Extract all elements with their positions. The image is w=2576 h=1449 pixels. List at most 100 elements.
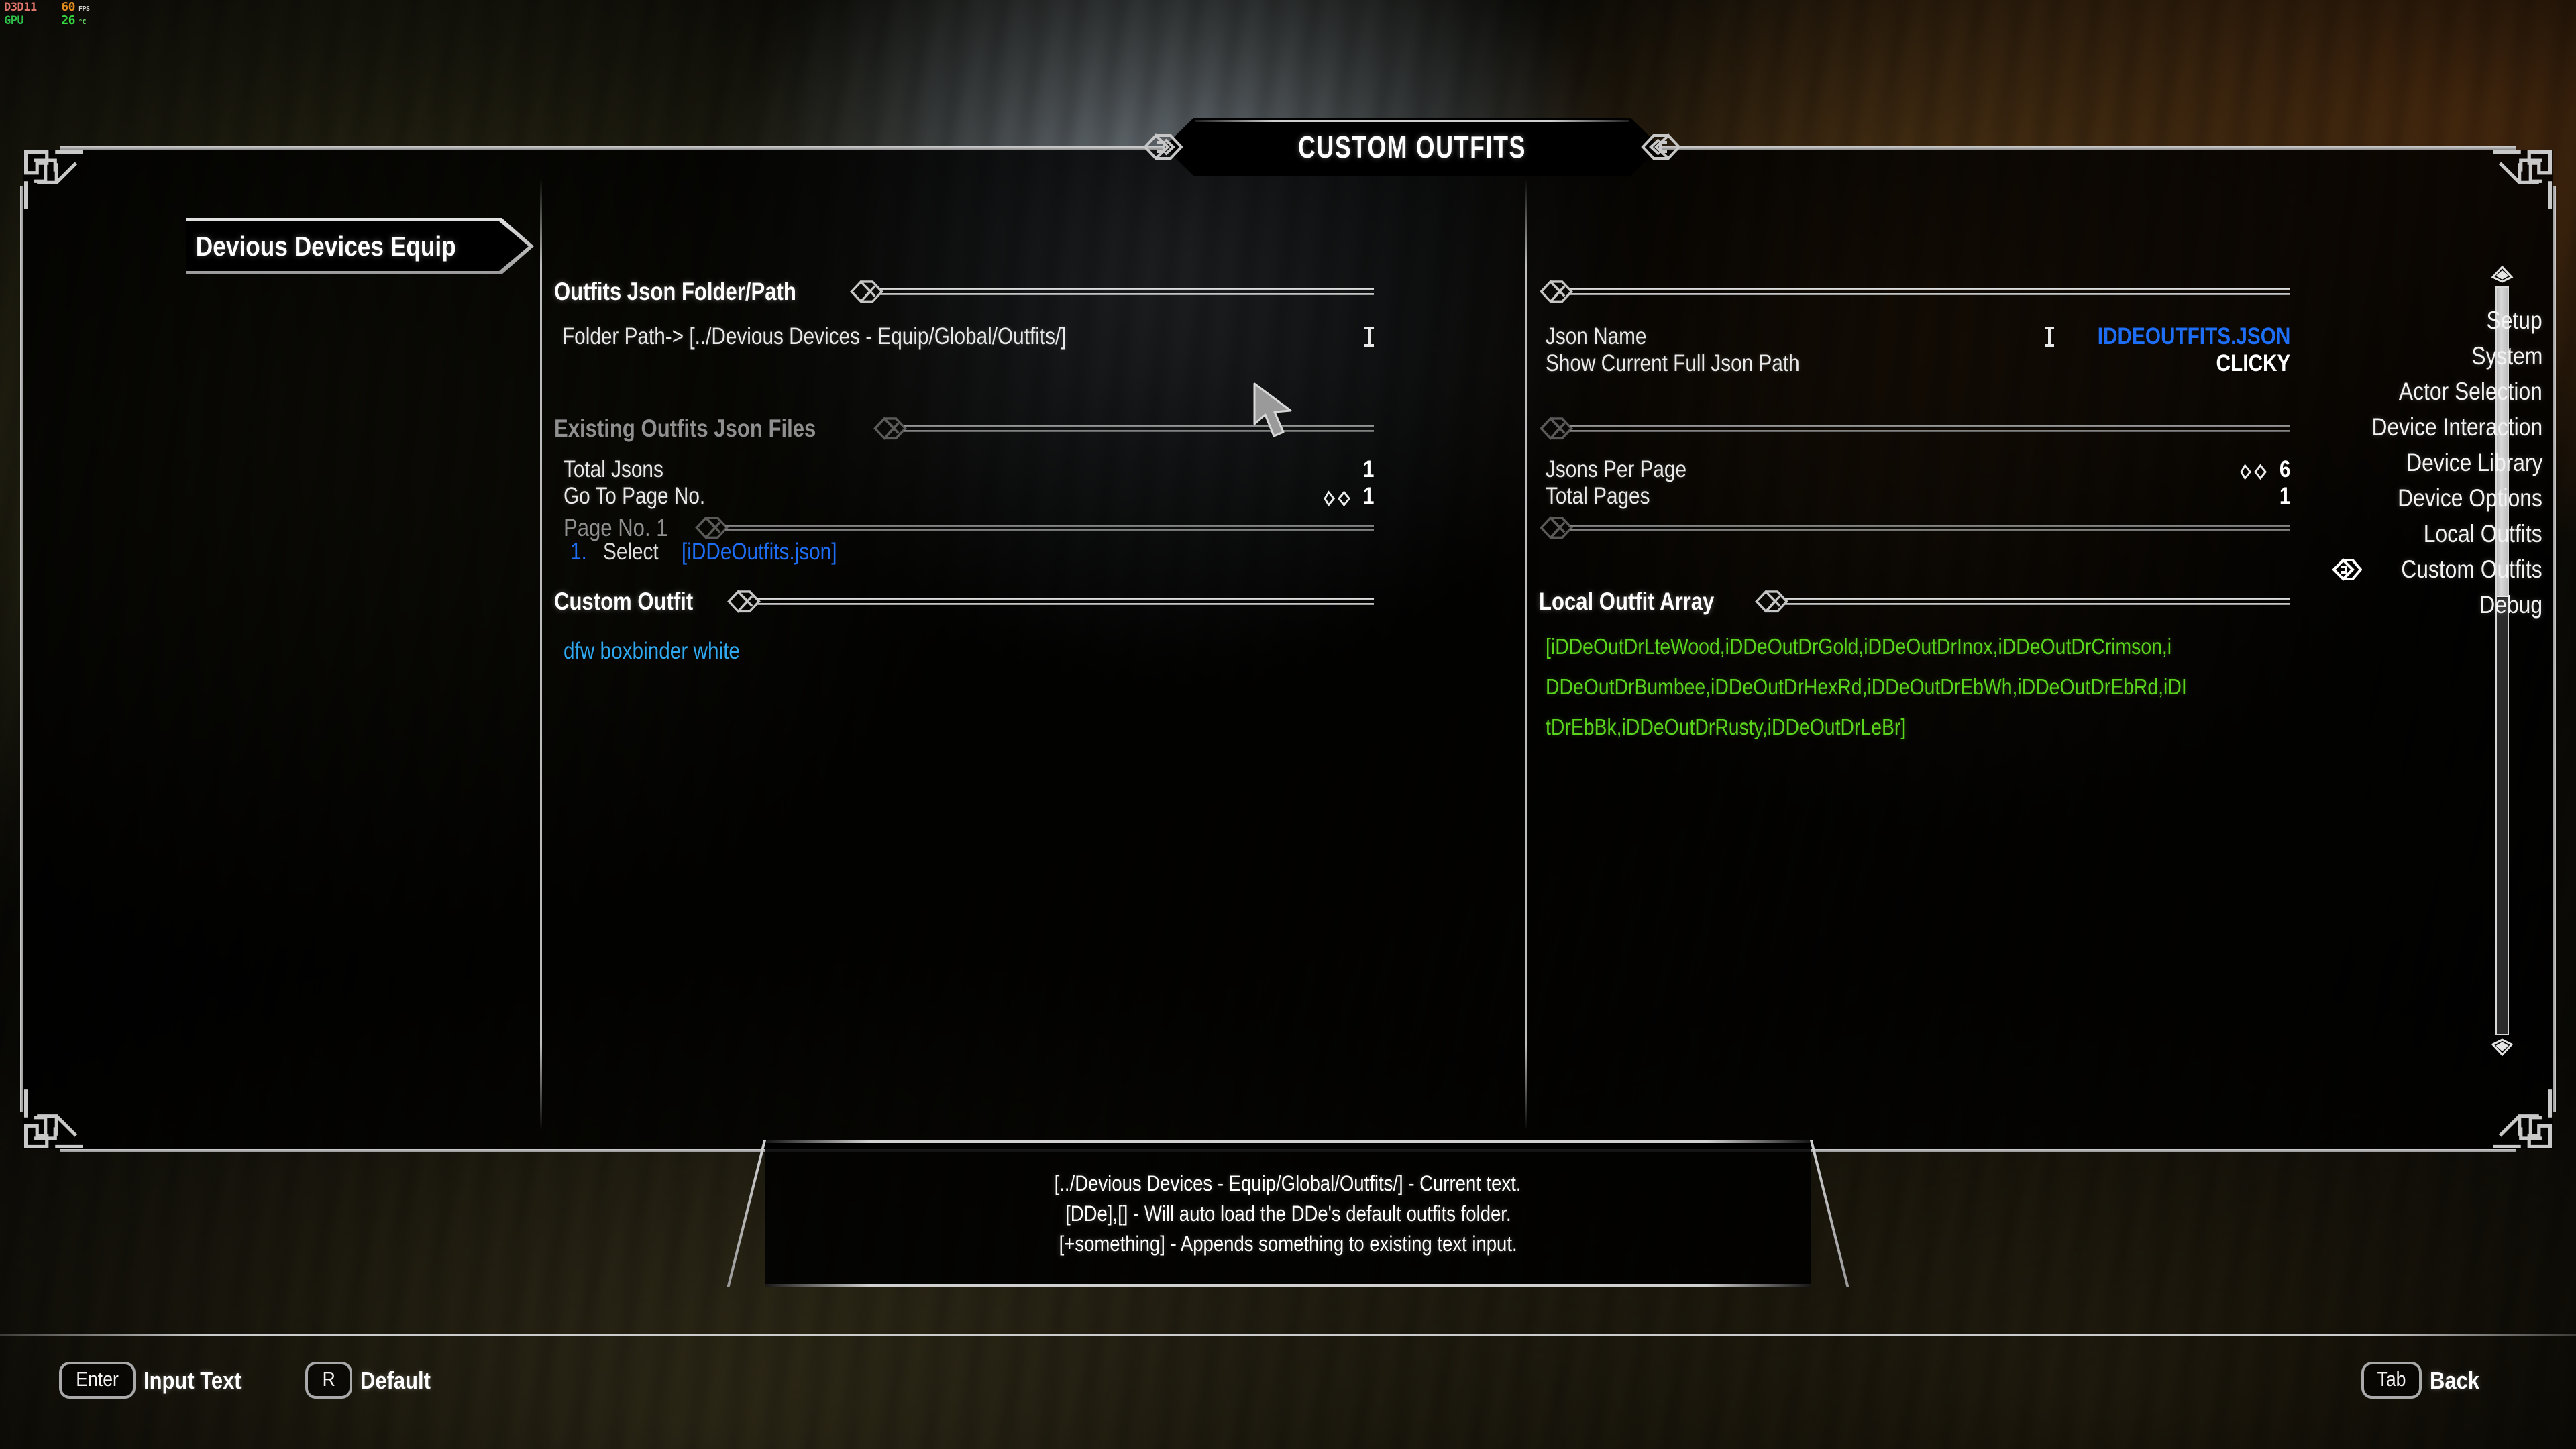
slider-diamond-icon[interactable] [1323,487,1352,507]
sidebar-item-device-library[interactable]: Device Library [2384,445,2542,480]
mcm-sidebar [23,150,540,1149]
local-outfit-array-line: tDrEbBk,iDDeOutDrRusty,iDDeOutDrLeBr] [1546,714,1965,740]
key-hint-back[interactable]: Tab Back [2361,1362,2487,1399]
section-header-right-lower [1539,512,2290,544]
file-select-word: Select [602,539,659,565]
tooltip-line: [../Devious Devices - Equip/Global/Outfi… [1055,1171,1521,1195]
sidebar-item-device-options[interactable]: Device Options [2374,481,2542,516]
section-header-right-middle [1539,413,2290,445]
goto-page-label: Go To Page No. [564,483,706,509]
key-action-label: Input Text [144,1366,241,1394]
folder-path-label: Folder Path-> [../Devious Devices - Equi… [562,323,1067,350]
key-hint-input-text[interactable]: Enter Input Text [59,1362,257,1399]
custom-outfit-entry[interactable]: dfw boxbinder white [564,638,771,665]
mouse-cursor-icon [1252,382,1304,440]
tooltip-text-block: [../Devious Devices - Equip/Global/Outfi… [765,1140,1811,1287]
frame-right-edge [2553,186,2556,1112]
file-index-number: 1. [570,539,587,565]
section-header-label: Local Outfit Array [1539,588,1715,615]
knot-divider-icon [873,414,908,443]
sidebar-item-label: Local Outfits [2424,520,2542,547]
overlay-gpu-label: GPU [4,14,24,28]
keycap-enter: Enter [59,1362,136,1399]
knot-divider-icon [1539,277,1574,307]
overlay-gpu-value: 26 [61,13,75,28]
option-row-show-full-path[interactable]: Show Current Full Json Path CLICKY [1546,345,2290,382]
left-options-column: Outfits Json Folder/Path Folder Path-> [… [542,150,1525,1149]
keycap-label: Tab [2377,1367,2406,1391]
sidebar-item-label: Setup [2486,307,2542,334]
goto-page-value-group[interactable]: 1 [1323,483,1374,510]
array-text: DDeOutDrBumbee,iDDeOutDrHexRd,iDDeOutDrE… [1546,674,2187,699]
section-rule [1570,524,2290,532]
sidebar-item-device-interaction[interactable]: Device Interaction [2344,410,2542,445]
section-rule [1785,598,2290,606]
sidebar-item-label: Device Interaction [2371,413,2542,441]
text-cursor-icon [1364,327,1374,347]
bottom-key-hint-bar: Enter Input Text R Default Tab Back [0,1334,2576,1449]
folder-path-value[interactable] [1364,327,1374,347]
key-action-label: Back [2429,1366,2479,1394]
overlay-fps-value: 60 [61,0,75,14]
sidebar-item-local-outfits[interactable]: Local Outfits [2404,517,2542,551]
show-path-value[interactable]: CLICKY [2216,350,2290,377]
sidebar-item-setup[interactable]: Setup [2477,303,2542,338]
keycap-label: Enter [76,1367,119,1391]
sidebar-item-actor-selection[interactable]: Actor Selection [2375,374,2542,409]
json-file-list-item[interactable]: 1. Select [iDDeOutfits.json] [570,539,864,566]
page-title: CUSTOM OUTFITS [1297,129,1527,164]
slider-diamond-icon[interactable] [2239,460,2268,480]
scroll-up-arrow-icon[interactable] [2491,265,2514,284]
sidebar-item-custom-outfits[interactable]: Custom Outfits [2332,552,2542,587]
section-rule [725,524,1374,532]
sidebar-item-system[interactable]: System [2460,339,2542,374]
file-name[interactable]: [iDDeOutfits.json] [682,539,837,566]
selected-marker-knot-icon [2330,553,2363,586]
section-header-right-top [1539,276,2290,308]
section-header-outfits-json-folder: Outfits Json Folder/Path [554,276,1375,308]
knot-divider-icon [1754,587,1789,616]
local-outfit-array-line: [iDDeOutDrLteWood,iDDeOutDrGold,iDDeOutD… [1546,634,2273,659]
section-header-local-outfit-array: Local Outfit Array [1539,586,2290,618]
section-header-custom-outfit: Custom Outfit [554,586,1375,618]
title-knot-icon [1640,126,1682,168]
knot-divider-icon [1539,414,1574,443]
section-rule [879,288,1375,296]
overlay-gpu-unit: °C [78,19,87,26]
overlay-gpu-row: GPU 26 °C [4,15,90,28]
overlay-fps-unit: FPS [78,5,90,13]
local-outfit-array-line: DDeOutDrBumbee,iDDeOutDrHexRd,iDDeOutDrE… [1546,674,2291,700]
sidebar-mod-title-banner[interactable]: Devious Devices Equip [186,218,534,274]
sidebar-item-label: Actor Selection [2398,378,2542,405]
knot-divider-icon [849,277,884,307]
sidebar-item-label: Debug [2479,591,2542,619]
mod-banner-label: Devious Devices Equip [195,230,456,262]
section-header-label: Outfits Json Folder/Path [554,278,796,305]
keycap-label: R [322,1367,335,1391]
section-rule [1570,425,2290,433]
tooltip-line: [DDe],[] - Will auto load the DDe's defa… [1065,1201,1511,1226]
mcm-columns: Outfits Json Folder/Path Folder Path-> [… [23,150,2553,1149]
custom-outfit-name[interactable]: dfw boxbinder white [564,638,740,665]
mcm-window-frame: Outfits Json Folder/Path Folder Path-> [… [20,146,2556,1152]
page-subheader-label: Page No. 1 [564,514,668,541]
section-header-label: Custom Outfit [554,588,694,615]
scroll-down-arrow-icon[interactable] [2491,1038,2514,1057]
section-header-label: Existing Outfits Json Files [554,415,816,442]
sidebar-item-debug[interactable]: Debug [2469,588,2542,623]
title-wing-right [1680,146,1882,148]
bottom-bar-rule [0,1334,2576,1336]
title-wing-left [943,146,1144,148]
option-row-goto-page[interactable]: Go To Page No. 1 [564,478,1374,515]
window-title-banner: CUSTOM OUTFITS [943,118,1882,176]
section-rule [757,598,1375,606]
total-pages-label: Total Pages [1546,483,1650,509]
total-pages-value-group: 1 [2277,483,2290,510]
show-path-label: Show Current Full Json Path [1546,350,1800,376]
key-hint-default[interactable]: R Default [305,1362,442,1399]
option-row-folder-path[interactable]: Folder Path-> [../Devious Devices - Equi… [562,319,1374,355]
overlay-api-label: D3D11 [4,1,37,14]
section-header-existing-json-files: Existing Outfits Json Files [554,413,1375,445]
show-path-value-group[interactable]: CLICKY [2203,350,2290,377]
sidebar-item-label: Device Library [2406,449,2542,476]
